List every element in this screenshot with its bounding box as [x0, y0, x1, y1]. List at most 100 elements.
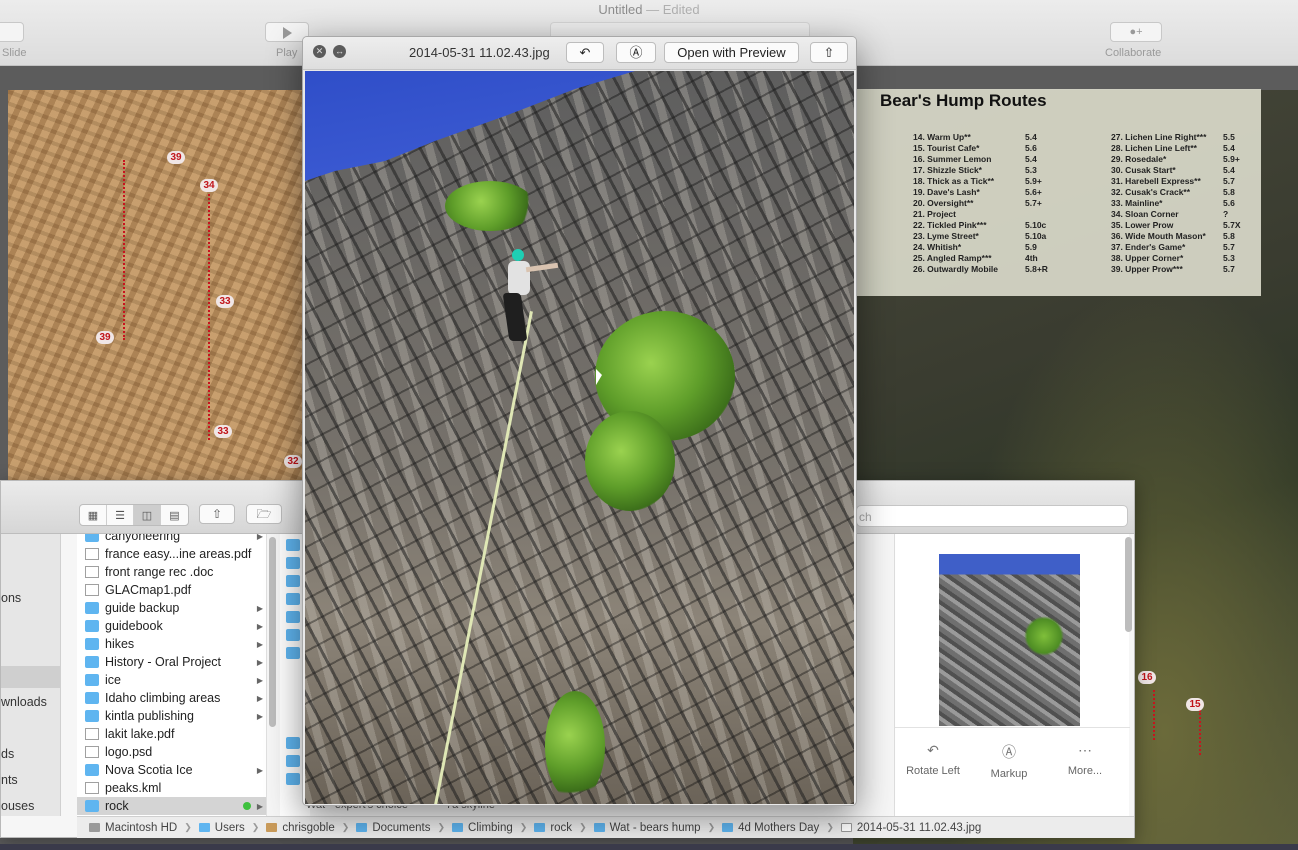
more-icon: ⋯	[1078, 742, 1092, 758]
sidebar-item[interactable]: ouses	[1, 799, 34, 813]
route-grade: 5.8	[1223, 231, 1235, 241]
more-button[interactable]: ⋯ More...	[1045, 742, 1125, 777]
file-row[interactable]: canyoneering ▶	[77, 534, 266, 545]
disclosure-arrow-icon: ▶	[256, 711, 263, 721]
file-row[interactable]: logo.psd	[77, 743, 266, 761]
path-crumb[interactable]: Climbing ❯	[452, 822, 534, 834]
column-scrollbar[interactable]	[269, 537, 276, 727]
sidebar-item[interactable]: nts	[1, 773, 18, 787]
file-row[interactable]: guide backup ▶	[77, 599, 266, 617]
preview-actions: ↶ Rotate Left Ⓐ Markup ⋯ More...	[895, 727, 1130, 807]
file-row[interactable]: peaks.kml	[77, 779, 266, 797]
list-view-icon[interactable]: ☰	[107, 505, 134, 525]
new-folder-button[interactable]: 🗁	[246, 504, 282, 524]
sidebar-item-downloads[interactable]: wnloads	[1, 695, 47, 709]
document-icon	[85, 782, 99, 794]
file-row[interactable]: History - Oral Project ▶	[77, 653, 266, 671]
file-row[interactable]: Idaho climbing areas ▶	[77, 689, 266, 707]
preview-scrollbar[interactable]	[1125, 537, 1132, 632]
disk-icon	[89, 823, 100, 832]
path-crumb[interactable]: chrisgoble ❯	[266, 822, 356, 834]
folder-icon	[85, 692, 99, 704]
file-name: GLACmap1.pdf	[105, 583, 192, 597]
sidebar-item[interactable]: ons	[1, 591, 21, 605]
thumbnail-bush	[1024, 616, 1064, 656]
route-grade: 5.9	[1025, 242, 1037, 252]
markup-button[interactable]: Ⓐ	[616, 42, 656, 63]
route-marker: 34	[200, 179, 218, 192]
route-name: 20. Oversight**	[913, 198, 974, 208]
file-name: History - Oral Project	[105, 655, 221, 669]
route-name: 35. Lower Prow	[1111, 220, 1174, 230]
path-crumb[interactable]: Wat - bears hump ❯	[593, 822, 723, 834]
search-input[interactable]: ch	[856, 505, 1128, 527]
route-name: 31. Harebell Express**	[1111, 176, 1201, 186]
fullscreen-icon[interactable]: ↔	[333, 45, 346, 58]
collaborate-icon: ●+	[1129, 26, 1143, 38]
collaborate-button[interactable]: ●+	[1110, 22, 1162, 42]
rotate-left-button[interactable]: ↶ Rotate Left	[893, 742, 973, 777]
file-row[interactable]: rock ▶	[77, 797, 266, 815]
add-slide-button[interactable]	[0, 22, 24, 42]
gallery-view-icon[interactable]: ▤	[161, 505, 188, 525]
path-crumb[interactable]: rock ❯	[534, 822, 593, 834]
path-crumb[interactable]: Documents ❯	[356, 822, 452, 834]
icon-view-icon[interactable]: ▦	[80, 505, 107, 525]
markup-button[interactable]: Ⓐ Markup	[969, 742, 1049, 780]
sidebar-item[interactable]: ds	[1, 747, 14, 761]
path-crumb[interactable]: 2014-05-31 11.02.43.jpg	[840, 822, 981, 834]
folder-icon	[85, 602, 99, 614]
route-grade: 5.10c	[1025, 220, 1047, 230]
disclosure-arrow-icon: ▶	[256, 621, 263, 631]
route-row: 21. Project	[913, 209, 1065, 220]
file-name: canyoneering	[105, 534, 181, 543]
share-button[interactable]: ⇧	[810, 42, 848, 63]
file-row[interactable]: lakit lake.pdf	[77, 725, 266, 743]
disclosure-arrow-icon: ▶	[256, 657, 263, 667]
quicklook-filename: 2014-05-31 11.02.43.jpg	[409, 45, 550, 60]
file-name: france easy...ine areas.pdf	[105, 547, 252, 561]
path-crumb[interactable]: Macintosh HD ❯	[89, 822, 199, 834]
path-crumb[interactable]: Users ❯	[198, 822, 267, 834]
rotate-button[interactable]: ↶	[566, 42, 604, 63]
route-grade: 5.8	[1223, 187, 1235, 197]
route-row: 23. Lyme Street* 5.10a	[913, 231, 1065, 242]
file-row[interactable]: front range rec .doc	[77, 563, 266, 581]
open-with-preview-button[interactable]: Open with Preview	[664, 42, 799, 63]
file-row[interactable]: guidebook ▶	[77, 617, 266, 635]
share-button[interactable]: ⇧	[199, 504, 235, 524]
path-crumb-label: Climbing	[468, 821, 513, 834]
folder-icon	[286, 629, 300, 641]
path-crumb[interactable]: 4d Mothers Day ❯	[722, 822, 841, 834]
file-name: front range rec .doc	[105, 565, 214, 579]
folder-icon	[286, 611, 300, 623]
route-marker: 39	[167, 151, 185, 164]
file-row[interactable]: GLACmap1.pdf	[77, 581, 266, 599]
disclosure-arrow-icon: ▶	[256, 534, 263, 541]
climber-helmet	[512, 249, 524, 261]
route-grade: 5.4	[1223, 165, 1235, 175]
route-row: 19. Dave's Lash* 5.6+	[913, 187, 1065, 198]
file-row[interactable]: Nova Scotia Ice ▶	[77, 761, 266, 779]
column-view-icon[interactable]: ◫	[134, 505, 161, 525]
route-row: 34. Sloan Corner?	[1111, 209, 1263, 220]
route-name: 39. Upper Prow***	[1111, 264, 1183, 274]
folder-icon	[85, 674, 99, 686]
folder-icon	[198, 823, 210, 832]
view-mode-segmented[interactable]: ▦ ☰ ◫ ▤	[79, 504, 189, 526]
markup-icon: Ⓐ	[629, 45, 643, 60]
close-icon[interactable]: ✕	[313, 45, 326, 58]
file-row[interactable]: hikes ▶	[77, 635, 266, 653]
route-grade: 5.3	[1223, 253, 1235, 263]
file-row[interactable]: kintla publishing ▶	[77, 707, 266, 725]
route-row: 29. Rosedale* 5.9+	[1111, 154, 1263, 165]
file-row[interactable]: france easy...ine areas.pdf	[77, 545, 266, 563]
add-slide-label: Slide	[2, 47, 27, 59]
route-row: 22. Tickled Pink*** 5.10c	[913, 220, 1065, 231]
markup-label: Markup	[990, 768, 1028, 780]
dock[interactable]	[0, 844, 1298, 850]
image-file-icon	[840, 823, 852, 832]
routes-list-right: 27. Lichen Line Right*** 5.5 28. Lichen Li…	[1111, 132, 1263, 275]
file-row[interactable]: ice ▶	[77, 671, 266, 689]
route-row: 35. Lower Prow 5.7X	[1111, 220, 1263, 231]
